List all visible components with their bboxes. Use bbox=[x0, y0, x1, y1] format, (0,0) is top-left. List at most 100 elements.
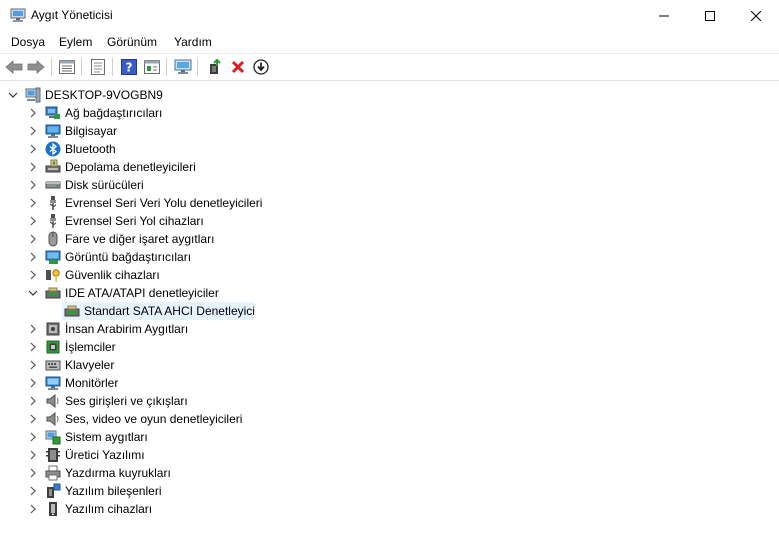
tree-category-row[interactable]: Yazdırma kuyrukları bbox=[0, 464, 400, 482]
chevron-right-icon[interactable] bbox=[27, 143, 39, 155]
tree-category-label: Klavyeler bbox=[65, 358, 115, 372]
chevron-right-icon[interactable] bbox=[27, 107, 39, 119]
scan-hardware-button[interactable] bbox=[173, 57, 193, 77]
chevron-right-icon[interactable] bbox=[27, 431, 39, 443]
menu-dosya[interactable]: Dosya bbox=[11, 35, 45, 49]
chevron-right-icon[interactable] bbox=[27, 449, 39, 461]
tree-category-row[interactable]: Güvenlik cihazları bbox=[0, 266, 400, 284]
network-adapter-icon bbox=[45, 106, 60, 119]
close-icon bbox=[751, 10, 761, 21]
chevron-right-icon[interactable] bbox=[27, 251, 39, 263]
maximize-button[interactable] bbox=[687, 0, 733, 31]
chevron-right-icon[interactable] bbox=[27, 179, 39, 191]
tree-category-row[interactable]: Yazılım bileşenleri bbox=[0, 482, 400, 500]
close-button[interactable] bbox=[733, 0, 779, 31]
update-driver-icon bbox=[210, 59, 221, 74]
ide-controller-icon bbox=[64, 305, 80, 317]
tree-category-label: Bilgisayar bbox=[65, 124, 118, 138]
tree-category-row[interactable]: Sistem aygıtları bbox=[0, 428, 400, 446]
view-button[interactable] bbox=[142, 57, 162, 77]
tree-category-row[interactable]: Monitörler bbox=[0, 374, 400, 392]
chevron-right-icon[interactable] bbox=[27, 323, 39, 335]
title-bar: Aygıt Yöneticisi bbox=[0, 0, 779, 31]
processor-icon bbox=[46, 340, 60, 354]
tree-category-row[interactable]: Yazılım cihazları bbox=[0, 500, 400, 518]
details-page-button[interactable] bbox=[88, 57, 108, 77]
chevron-right-icon[interactable] bbox=[27, 413, 39, 425]
chevron-right-icon[interactable] bbox=[27, 359, 39, 371]
chevron-right-icon[interactable] bbox=[27, 125, 39, 137]
tree-category-row[interactable]: Evrensel Seri Veri Yolu denetleyicileri bbox=[0, 194, 400, 212]
tree-category-row[interactable]: Depolama denetleyicileri bbox=[0, 158, 400, 176]
tree-category-row[interactable]: İşlemciler bbox=[0, 338, 400, 356]
root-label: DESKTOP-9VOGBN9 bbox=[45, 88, 163, 102]
ide-controller-icon bbox=[45, 287, 61, 299]
tree-category-row[interactable]: Bluetooth bbox=[0, 140, 400, 158]
enable-device-button[interactable] bbox=[251, 57, 271, 77]
chevron-right-icon[interactable] bbox=[27, 485, 39, 497]
details-page-icon bbox=[91, 59, 105, 75]
storage-controller-icon bbox=[45, 159, 61, 173]
chevron-right-icon[interactable] bbox=[27, 341, 39, 353]
tree-category-row[interactable]: Disk sürücüleri bbox=[0, 176, 400, 194]
tree-category-label: Evrensel Seri Yol cihazları bbox=[65, 214, 204, 228]
mouse-icon bbox=[48, 231, 58, 247]
chevron-right-icon[interactable] bbox=[27, 467, 39, 479]
tree-category-row[interactable]: Görüntü bağdaştırıcıları bbox=[0, 248, 400, 266]
security-key-icon bbox=[46, 269, 60, 282]
tree-category-row[interactable]: Ağ bağdaştırıcıları bbox=[0, 104, 400, 122]
menu-gorunum[interactable]: Görünüm bbox=[107, 35, 157, 49]
device-tree: DESKTOP-9VOGBN9 Ağ bağdaştırıcıları Bilgi… bbox=[0, 84, 779, 540]
tree-device-label: Standart SATA AHCI Denetleyici bbox=[84, 304, 255, 318]
tree-category-label: Fare ve diğer işaret aygıtları bbox=[65, 232, 215, 246]
chevron-right-icon[interactable] bbox=[27, 233, 39, 245]
menu-eylem[interactable]: Eylem bbox=[59, 35, 92, 49]
computer-icon bbox=[45, 124, 61, 138]
update-driver-button[interactable] bbox=[205, 57, 225, 77]
tree-category-row[interactable]: İnsan Arabirim Aygıtları bbox=[0, 320, 400, 338]
tree-category-label: IDE ATA/ATAPI denetleyiciler bbox=[65, 286, 219, 300]
tree-category-row[interactable]: Evrensel Seri Yol cihazları bbox=[0, 212, 400, 230]
tree-category-row[interactable]: Bilgisayar bbox=[0, 122, 400, 140]
toolbar-separator bbox=[51, 58, 52, 76]
printer-icon bbox=[45, 465, 61, 481]
chevron-down-icon[interactable] bbox=[27, 287, 39, 299]
tree-category-row[interactable]: Ses girişleri ve çıkışları bbox=[0, 392, 400, 410]
chevron-right-icon[interactable] bbox=[27, 503, 39, 515]
tree-category-label: Yazılım cihazları bbox=[65, 502, 153, 516]
chevron-right-icon[interactable] bbox=[27, 197, 39, 209]
tree-category-label: Ağ bağdaştırıcıları bbox=[65, 106, 163, 120]
tree-category-row[interactable]: Ses, video ve oyun denetleyicileri bbox=[0, 410, 400, 428]
chevron-right-icon[interactable] bbox=[27, 269, 39, 281]
back-button[interactable] bbox=[4, 57, 24, 77]
properties-list-button[interactable] bbox=[57, 57, 77, 77]
tree-category-row[interactable]: Klavyeler bbox=[0, 356, 400, 374]
chevron-down-icon[interactable] bbox=[7, 89, 19, 101]
uninstall-x-icon bbox=[231, 60, 245, 74]
help-icon: ? bbox=[121, 59, 137, 75]
chevron-right-icon[interactable] bbox=[27, 377, 39, 389]
tree-category-label: Üretici Yazılımı bbox=[65, 448, 145, 462]
bluetooth-icon bbox=[45, 141, 61, 157]
display-adapter-icon bbox=[45, 250, 61, 264]
tree-category-row[interactable]: Fare ve diğer işaret aygıtları bbox=[0, 230, 400, 248]
tree-category-row[interactable]: Üretici Yazılımı bbox=[0, 446, 400, 464]
menu-yardim[interactable]: Yardım bbox=[174, 35, 212, 49]
tree-root[interactable]: DESKTOP-9VOGBN9 bbox=[0, 86, 300, 104]
system-devices-icon bbox=[45, 430, 61, 445]
chevron-right-icon[interactable] bbox=[27, 395, 39, 407]
tree-category-label: Bluetooth bbox=[65, 142, 116, 156]
toolbar-separator bbox=[197, 58, 198, 76]
uninstall-button[interactable] bbox=[228, 57, 248, 77]
minimize-button[interactable] bbox=[641, 0, 687, 31]
toolbar-separator bbox=[112, 58, 113, 76]
keyboard-icon bbox=[45, 360, 61, 371]
chevron-right-icon[interactable] bbox=[27, 215, 39, 227]
chevron-right-icon[interactable] bbox=[27, 161, 39, 173]
forward-button[interactable] bbox=[26, 57, 46, 77]
forward-arrow-icon bbox=[27, 60, 45, 74]
help-button[interactable]: ? bbox=[119, 57, 139, 77]
tree-category-label: İşlemciler bbox=[65, 340, 116, 354]
tree-category-row[interactable]: IDE ATA/ATAPI denetleyiciler bbox=[0, 284, 400, 302]
tree-device-row[interactable]: Standart SATA AHCI Denetleyici bbox=[0, 302, 400, 320]
